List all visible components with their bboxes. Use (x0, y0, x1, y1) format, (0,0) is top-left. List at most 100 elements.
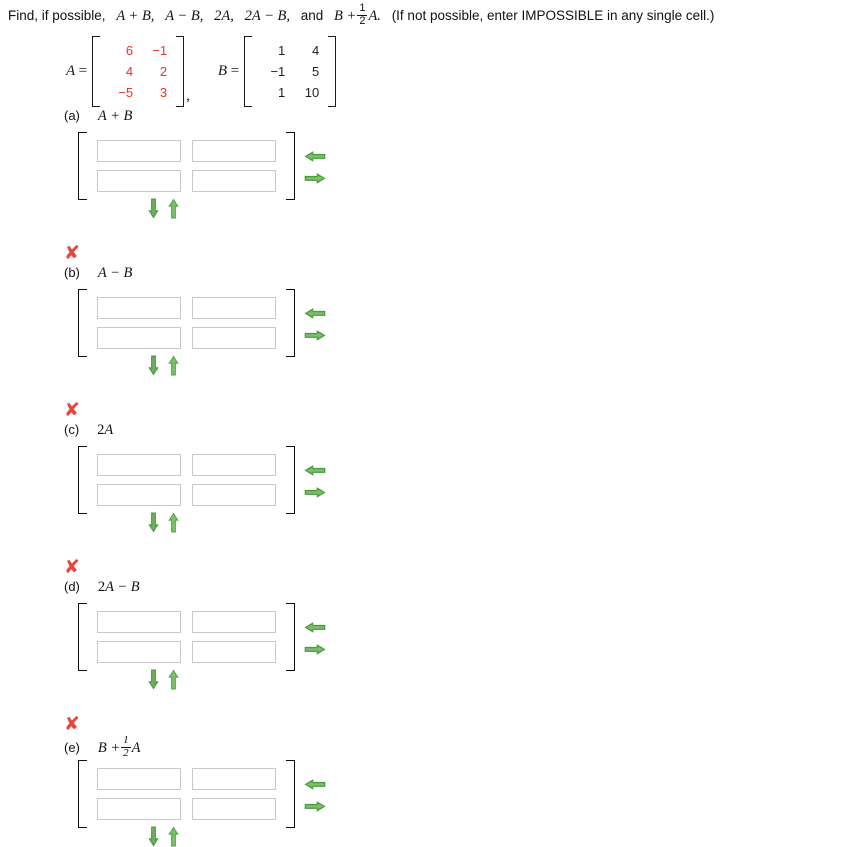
matrix-b-cell: −1 (270, 64, 286, 79)
answer-cell-d-r1c2[interactable] (192, 611, 276, 633)
part-label-b: (b) A − B (64, 265, 132, 282)
answer-cell-e-r2c1[interactable] (97, 798, 181, 820)
prompt-note: (If not possible, enter IMPOSSIBLE in an… (391, 7, 715, 23)
answer-right-bracket-a (286, 132, 295, 200)
answer-cell-e-r1c2[interactable] (192, 768, 276, 790)
answer-cell-b-r2c2[interactable] (192, 327, 276, 349)
arrow-down-icon-d[interactable] (148, 669, 159, 690)
arrow-right-icon-e[interactable] (304, 800, 326, 812)
prompt-item-1: A + B, (116, 7, 155, 24)
column-controls-c (304, 446, 326, 514)
answer-cell-b-r1c1[interactable] (97, 297, 181, 319)
matrix-b-left-bracket (244, 36, 253, 107)
answer-cell-c-r1c1[interactable] (97, 454, 181, 476)
arrow-right-icon-c[interactable] (304, 486, 326, 498)
prompt-last-base: B + (334, 7, 357, 24)
answer-cell-d-r1c1[interactable] (97, 611, 181, 633)
row-controls-a (148, 198, 179, 219)
answer-cell-a-r2c1[interactable] (97, 170, 181, 192)
row-controls-b (148, 355, 179, 376)
part-expression-e: B +1 2 A (97, 734, 141, 759)
answer-cell-e-r1c1[interactable] (97, 768, 181, 790)
incorrect-mark-b: ✘ (64, 242, 80, 264)
part-tag-e: (e) (64, 739, 80, 755)
answer-cell-c-r2c2[interactable] (192, 484, 276, 506)
answer-cell-b-r2c1[interactable] (97, 327, 181, 349)
answer-grid-c (87, 446, 286, 514)
answer-matrix-a (78, 132, 326, 200)
answer-left-bracket-b (78, 289, 87, 357)
arrow-down-icon-c[interactable] (148, 512, 159, 533)
answer-right-bracket-e (286, 760, 295, 828)
answer-cell-b-r1c2[interactable] (192, 297, 276, 319)
fraction-denominator: 2 (357, 14, 368, 27)
answer-cell-d-r2c1[interactable] (97, 641, 181, 663)
answer-right-bracket-b (286, 289, 295, 357)
arrow-left-icon-b[interactable] (304, 307, 326, 319)
arrow-up-icon-b[interactable] (168, 355, 179, 376)
matrix-a-cell: −1 (152, 43, 168, 58)
part-label-c: (c) 2A (64, 422, 113, 439)
answer-cell-a-r2c2[interactable] (192, 170, 276, 192)
column-controls-a (304, 132, 326, 200)
matrix-b-cell: 1 (278, 85, 286, 100)
answer-cell-a-r1c1[interactable] (97, 140, 181, 162)
arrow-up-icon-a[interactable] (168, 198, 179, 219)
answer-cell-c-r1c2[interactable] (192, 454, 276, 476)
arrow-down-icon-b[interactable] (148, 355, 159, 376)
arrow-left-icon-e[interactable] (304, 778, 326, 790)
arrow-right-icon-d[interactable] (304, 643, 326, 655)
prompt-item-2: A − B, (165, 7, 204, 24)
answer-grid-d (87, 603, 286, 671)
answer-matrix-e (78, 760, 326, 828)
one-half-fraction: 12 (121, 734, 131, 759)
incorrect-mark-e: ✘ (64, 713, 80, 735)
answer-matrix-c (78, 446, 326, 514)
answer-cell-e-r2c2[interactable] (192, 798, 276, 820)
answer-left-bracket-a (78, 132, 87, 200)
matrix-separator: , (186, 88, 190, 104)
matrix-b-right-bracket (328, 36, 337, 107)
matrix-a-cell: 3 (159, 85, 168, 100)
answer-right-bracket-d (286, 603, 295, 671)
row-controls-e (148, 826, 179, 847)
one-half-fraction: 12 (357, 2, 368, 27)
matrix-b-grid: 1 4 −1 5 1 10 (252, 36, 328, 107)
arrow-left-icon-a[interactable] (304, 150, 326, 162)
row-controls-c (148, 512, 179, 533)
matrix-a-left-bracket (92, 36, 101, 107)
arrow-up-icon-d[interactable] (168, 669, 179, 690)
prompt-item-4: 2A − B, (244, 7, 290, 24)
arrow-right-icon-a[interactable] (304, 172, 326, 184)
arrow-left-icon-c[interactable] (304, 464, 326, 476)
part-expression-b: A − B (97, 265, 133, 281)
answer-cell-d-r2c2[interactable] (192, 641, 276, 663)
part-expression-d: 2A − B (97, 579, 140, 595)
matrix-a-label: A = (66, 63, 88, 79)
row-controls-d (148, 669, 179, 690)
arrow-up-icon-c[interactable] (168, 512, 179, 533)
incorrect-mark-d: ✘ (64, 556, 80, 578)
answer-matrix-b (78, 289, 326, 357)
arrow-left-icon-d[interactable] (304, 621, 326, 633)
arrow-down-icon-a[interactable] (148, 198, 159, 219)
answer-grid-a (87, 132, 286, 200)
fraction-denominator: 2 (121, 746, 131, 759)
part-expression-c: 2A (97, 422, 114, 438)
question-prompt: Find, if possible, A + B, A − B, 2A, 2A … (8, 2, 715, 28)
given-matrices: A = 6 −1 4 2 −5 3 , B = 1 4 −1 5 1 10 (66, 36, 337, 107)
arrow-down-icon-e[interactable] (148, 826, 159, 847)
arrow-right-icon-b[interactable] (304, 329, 326, 341)
part-tag-c: (c) (64, 422, 80, 437)
column-controls-b (304, 289, 326, 357)
fraction-numerator: 1 (123, 734, 129, 746)
matrix-a-cell: −5 (118, 85, 134, 100)
answer-cell-a-r1c2[interactable] (192, 140, 276, 162)
answer-right-bracket-c (286, 446, 295, 514)
answer-cell-c-r2c1[interactable] (97, 484, 181, 506)
matrix-b-cell: 10 (304, 85, 320, 100)
prompt-last-var: A. (368, 7, 381, 24)
answer-left-bracket-e (78, 760, 87, 828)
fraction-numerator: 1 (359, 2, 366, 14)
arrow-up-icon-e[interactable] (168, 826, 179, 847)
